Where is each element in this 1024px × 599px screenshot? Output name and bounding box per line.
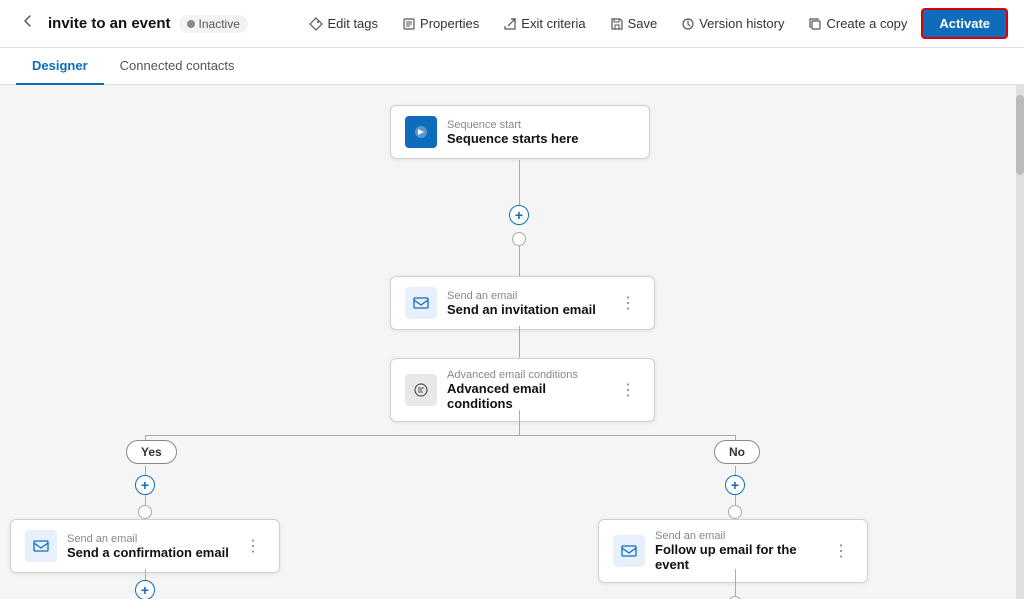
create-copy-button[interactable]: Create a copy (798, 10, 917, 37)
advanced-email-small: Advanced email conditions (447, 369, 606, 381)
confirmation-main: Send a confirmation email (67, 545, 229, 560)
circle-1 (512, 232, 526, 246)
followup-email-node[interactable]: Send an email Follow up email for the ev… (598, 519, 868, 583)
add-button-right[interactable]: + (725, 475, 745, 495)
header-left: invite to an event Inactive (16, 9, 287, 38)
circle-right (728, 505, 742, 519)
nav-tabs: Designer Connected contacts (0, 48, 1024, 85)
send-email-1-labels: Send an email Send an invitation email (447, 290, 596, 317)
yes-oval: Yes (126, 440, 177, 464)
line-3 (519, 326, 520, 359)
line-2 (519, 246, 520, 276)
activate-button[interactable]: Activate (921, 8, 1008, 39)
exit-criteria-button[interactable]: Exit criteria (493, 10, 595, 37)
header: invite to an event Inactive Edit tags Pr… (0, 0, 1024, 48)
no-oval: No (714, 440, 760, 464)
save-button[interactable]: Save (600, 10, 668, 37)
status-badge: Inactive (179, 15, 248, 33)
send-email-1-small: Send an email (447, 290, 596, 302)
advanced-email-menu[interactable]: ⋮ (616, 378, 640, 402)
scrollbar[interactable] (1016, 85, 1024, 599)
properties-button[interactable]: Properties (392, 10, 489, 37)
page-title: invite to an event (48, 15, 171, 32)
header-actions: Edit tags Properties Exit criteria Save … (299, 8, 1008, 39)
confirmation-menu[interactable]: ⋮ (241, 534, 265, 558)
advanced-email-main: Advanced email conditions (447, 381, 606, 411)
confirmation-small: Send an email (67, 533, 229, 545)
scrollbar-thumb[interactable] (1016, 95, 1024, 175)
version-history-button[interactable]: Version history (671, 10, 794, 37)
line-h-split (145, 435, 735, 436)
tab-connected-contacts[interactable]: Connected contacts (104, 48, 251, 85)
advanced-email-node[interactable]: Advanced email conditions Advanced email… (390, 358, 655, 422)
advanced-email-labels: Advanced email conditions Advanced email… (447, 369, 606, 411)
send-email-1-icon (405, 287, 437, 319)
line-5 (519, 410, 520, 435)
sequence-start-icon (405, 116, 437, 148)
canvas: Sequence start Sequence starts here + Se… (0, 85, 1024, 599)
send-email-1-main: Send an invitation email (447, 302, 596, 317)
followup-email-labels: Send an email Follow up email for the ev… (655, 530, 819, 572)
sequence-start-labels: Sequence start Sequence starts here (447, 119, 579, 146)
back-button[interactable] (16, 9, 40, 38)
followup-main: Follow up email for the event (655, 542, 819, 572)
add-button-left[interactable]: + (135, 475, 155, 495)
send-email-1-menu[interactable]: ⋮ (616, 291, 640, 315)
advanced-email-icon (405, 374, 437, 406)
confirmation-email-icon (25, 530, 57, 562)
sequence-start-small: Sequence start (447, 119, 579, 131)
send-email-1-node[interactable]: Send an email Send an invitation email ⋮ (390, 276, 655, 330)
confirmation-email-labels: Send an email Send a confirmation email (67, 533, 229, 560)
tab-designer[interactable]: Designer (16, 48, 104, 85)
add-button-1[interactable]: + (509, 205, 529, 225)
confirmation-email-node[interactable]: Send an email Send a confirmation email … (10, 519, 280, 573)
status-dot (187, 20, 195, 28)
followup-small: Send an email (655, 530, 819, 542)
circle-left (138, 505, 152, 519)
line-follow-1 (735, 569, 736, 599)
add-button-conf[interactable]: + (135, 580, 155, 599)
sequence-start-node[interactable]: Sequence start Sequence starts here (390, 105, 650, 159)
followup-menu[interactable]: ⋮ (829, 539, 853, 563)
edit-tags-button[interactable]: Edit tags (299, 10, 388, 37)
followup-email-icon (613, 535, 645, 567)
sequence-start-main: Sequence starts here (447, 131, 579, 146)
